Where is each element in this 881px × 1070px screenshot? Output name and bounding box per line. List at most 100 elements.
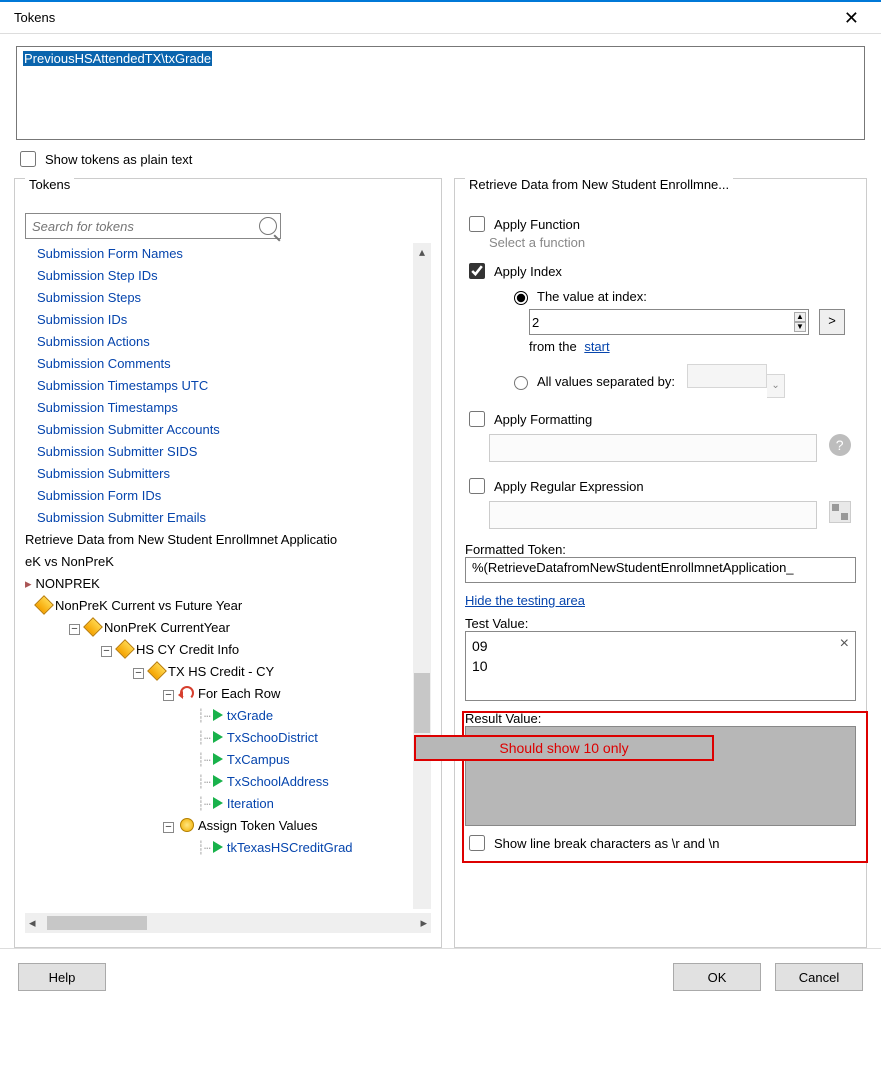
collapse-icon[interactable]: − <box>101 646 112 657</box>
from-the-label: from the <box>529 339 577 354</box>
tree-item[interactable]: ┊···txGrade <box>25 705 407 727</box>
formatted-token-field[interactable]: %(RetrieveDatafromNewStudentEnrollmnetAp… <box>465 557 856 583</box>
all-values-label: All values separated by: <box>537 374 675 389</box>
token-link[interactable]: Submission IDs <box>25 309 407 331</box>
loop-icon <box>180 686 194 700</box>
token-link[interactable]: Submission Timestamps <box>25 397 407 419</box>
annotation-callout: Should show 10 only <box>414 735 714 761</box>
search-input[interactable] <box>25 213 281 239</box>
all-values-radio[interactable] <box>514 376 528 390</box>
test-value-line2: 10 <box>472 656 849 676</box>
tree-item[interactable]: ┊···TxSchooDistrict <box>25 727 407 749</box>
help-button[interactable]: Help <box>18 963 106 991</box>
token-link[interactable]: Submission Submitter Emails <box>25 507 407 529</box>
token-link[interactable]: Submission Submitters <box>25 463 407 485</box>
apply-formatting-label: Apply Formatting <box>494 412 592 427</box>
regex-input[interactable] <box>489 501 817 529</box>
token-link[interactable]: Submission Steps <box>25 287 407 309</box>
test-value-label: Test Value: <box>465 616 856 631</box>
assign-icon <box>180 818 194 832</box>
token-link[interactable]: Submission Submitter SIDS <box>25 441 407 463</box>
horizontal-scrollbar[interactable]: ◂ ▸ <box>25 913 431 933</box>
clear-icon[interactable]: × <box>840 634 849 654</box>
tree-item[interactable]: eK vs NonPreK <box>25 551 407 573</box>
regex-builder-icon[interactable] <box>829 501 851 523</box>
token-path-editor[interactable]: PreviousHSAttendedTX\txGrade <box>16 46 865 140</box>
ok-button[interactable]: OK <box>673 963 761 991</box>
token-icon <box>213 709 223 721</box>
tree-item[interactable]: −HS CY Credit Info <box>25 639 407 661</box>
token-link[interactable]: Submission Step IDs <box>25 265 407 287</box>
select-function-hint: Select a function <box>489 235 856 250</box>
index-spinner[interactable]: 2 ▲ ▼ <box>529 309 809 335</box>
apply-regex-label: Apply Regular Expression <box>494 479 644 494</box>
spin-down-icon[interactable]: ▼ <box>794 322 806 332</box>
collapse-icon[interactable]: − <box>163 822 174 833</box>
token-link[interactable]: Submission Actions <box>25 331 407 353</box>
token-link[interactable]: Submission Timestamps UTC <box>25 375 407 397</box>
token-icon <box>213 841 223 853</box>
tree-item[interactable]: Retrieve Data from New Student Enrollmne… <box>25 529 407 551</box>
spin-up-icon[interactable]: ▲ <box>794 312 806 322</box>
value-at-index-radio[interactable] <box>514 291 528 305</box>
collapse-icon[interactable]: − <box>69 624 80 635</box>
test-value-field[interactable]: 09 10 × <box>465 631 856 701</box>
group-icon <box>147 661 167 681</box>
formatting-input[interactable] <box>489 434 817 462</box>
help-icon[interactable]: ? <box>829 434 851 456</box>
tree-item[interactable]: ▸NONPREK <box>25 573 407 595</box>
collapse-icon[interactable]: − <box>133 668 144 679</box>
tree-item[interactable]: ┊···tkTexasHSCreditGrad <box>25 837 407 859</box>
group-icon <box>115 639 135 659</box>
tree-item[interactable]: ┊···TxCampus <box>25 749 407 771</box>
show-linebreak-label: Show line break characters as \r and \n <box>494 836 719 851</box>
test-value-line1: 09 <box>472 636 849 656</box>
scroll-right-icon[interactable]: ▸ <box>420 915 427 931</box>
token-icon <box>213 753 223 765</box>
tree-item[interactable]: ┊···Iteration <box>25 793 407 815</box>
index-value: 2 <box>532 315 539 330</box>
token-tree[interactable]: Submission Form NamesSubmission Step IDs… <box>25 243 431 933</box>
tree-item[interactable]: −Assign Token Values <box>25 815 407 837</box>
group-icon <box>83 617 103 637</box>
cancel-button[interactable]: Cancel <box>775 963 863 991</box>
close-icon[interactable]: ✕ <box>836 5 867 31</box>
hscroll-thumb[interactable] <box>47 916 147 930</box>
separator-input[interactable] <box>687 364 767 388</box>
token-icon <box>213 797 223 809</box>
separator-dropdown-icon[interactable]: ⌄ <box>767 374 785 398</box>
result-value-label: Result Value: <box>465 711 856 726</box>
group-icon <box>34 595 54 615</box>
token-icon <box>213 731 223 743</box>
start-link[interactable]: start <box>584 339 609 354</box>
scroll-thumb[interactable] <box>414 673 430 733</box>
tree-item[interactable]: NonPreK Current vs Future Year <box>25 595 407 617</box>
apply-index-label: Apply Index <box>494 264 562 279</box>
tree-item[interactable]: −NonPreK CurrentYear <box>25 617 407 639</box>
apply-formatting-checkbox[interactable] <box>469 411 485 427</box>
token-link[interactable]: Submission Form IDs <box>25 485 407 507</box>
tree-item[interactable]: −TX HS Credit - CY <box>25 661 407 683</box>
token-link[interactable]: Submission Submitter Accounts <box>25 419 407 441</box>
token-link[interactable]: Submission Comments <box>25 353 407 375</box>
window-title: Tokens <box>14 10 55 25</box>
value-at-index-label: The value at index: <box>537 289 647 304</box>
token-link[interactable]: Submission Form Names <box>25 243 407 265</box>
apply-regex-checkbox[interactable] <box>469 478 485 494</box>
index-more-button[interactable]: > <box>819 309 845 335</box>
scroll-up-icon[interactable]: ▴ <box>413 243 431 261</box>
show-plain-checkbox[interactable] <box>20 151 36 167</box>
vertical-scrollbar[interactable]: ▴ <box>413 243 431 909</box>
tree-item[interactable]: −For Each Row <box>25 683 407 705</box>
apply-index-checkbox[interactable] <box>469 263 485 279</box>
tree-item[interactable]: ┊···TxSchoolAddress <box>25 771 407 793</box>
collapse-icon[interactable]: − <box>163 690 174 701</box>
scroll-left-icon[interactable]: ◂ <box>29 915 36 931</box>
apply-function-label: Apply Function <box>494 217 580 232</box>
token-path-text: PreviousHSAttendedTX\txGrade <box>23 51 212 66</box>
show-linebreak-checkbox[interactable] <box>469 835 485 851</box>
search-icon[interactable] <box>259 217 277 235</box>
apply-function-checkbox[interactable] <box>469 216 485 232</box>
hide-testing-link[interactable]: Hide the testing area <box>465 593 585 608</box>
result-value-field: Should show 10 only <box>465 726 856 826</box>
